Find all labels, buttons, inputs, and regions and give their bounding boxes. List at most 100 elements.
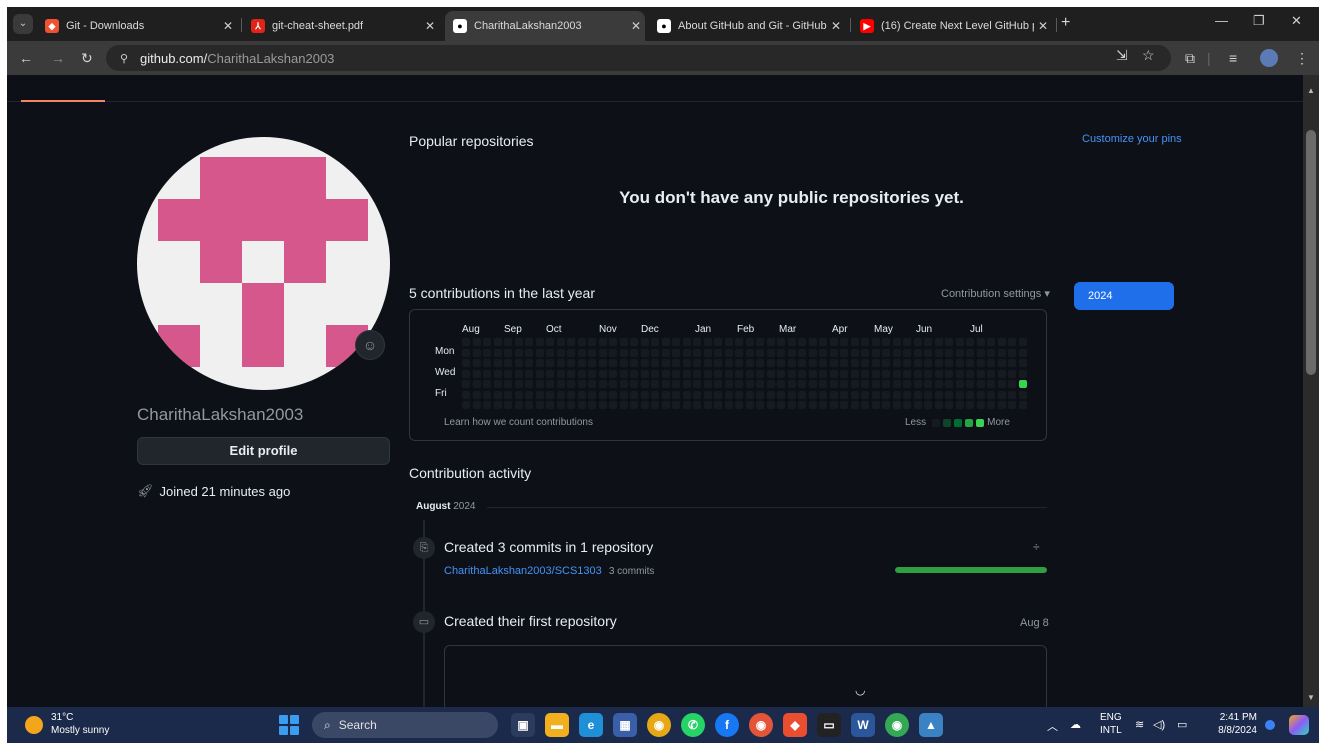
contribution-day-cell[interactable] xyxy=(965,389,975,400)
contribution-day-cell[interactable] xyxy=(639,347,650,358)
contribution-day-cell[interactable] xyxy=(1017,337,1028,347)
contribution-day-cell[interactable] xyxy=(744,400,755,410)
contribution-day-cell[interactable] xyxy=(1017,368,1028,379)
contribution-day-cell[interactable] xyxy=(597,337,608,347)
contribution-day-cell[interactable] xyxy=(639,358,650,368)
contribution-day-cell[interactable] xyxy=(986,379,996,389)
contribution-day-cell[interactable] xyxy=(944,389,954,400)
contribution-day-cell[interactable] xyxy=(566,347,576,358)
contribution-day-cell[interactable] xyxy=(965,347,975,358)
contribution-day-cell[interactable] xyxy=(776,358,786,368)
year-2024-button[interactable]: 2024 xyxy=(1074,282,1174,310)
close-tab-icon[interactable]: ✕ xyxy=(627,19,645,33)
contribution-day-cell[interactable] xyxy=(1017,358,1028,368)
contribution-day-cell[interactable] xyxy=(818,400,828,410)
contribution-day-cell[interactable] xyxy=(492,337,503,347)
contribution-day-cell[interactable] xyxy=(912,389,923,400)
battery-icon[interactable]: ▭ xyxy=(1177,718,1187,731)
language-indicator[interactable]: ENG INTL xyxy=(1100,711,1122,737)
contribution-day-cell[interactable] xyxy=(975,337,986,347)
contribution-day-cell[interactable] xyxy=(702,389,713,400)
contribution-day-cell[interactable] xyxy=(1007,368,1017,379)
contribution-day-cell[interactable] xyxy=(839,358,849,368)
contribution-day-cell[interactable] xyxy=(944,347,954,358)
contribution-day-cell[interactable] xyxy=(776,368,786,379)
contribution-day-cell[interactable] xyxy=(1017,379,1028,389)
contribution-day-cell[interactable] xyxy=(482,347,492,358)
customize-pins-link[interactable]: Customize your pins xyxy=(1082,133,1182,145)
contribution-day-cell[interactable] xyxy=(576,347,587,358)
contribution-day-cell[interactable] xyxy=(492,347,503,358)
contribution-day-cell[interactable] xyxy=(524,358,534,368)
contribution-day-cell[interactable] xyxy=(849,347,860,358)
contribution-day-cell[interactable] xyxy=(713,347,723,358)
contribution-day-cell[interactable] xyxy=(881,337,891,347)
contribution-day-cell[interactable] xyxy=(461,347,471,358)
contribution-day-cell[interactable] xyxy=(986,400,996,410)
contribution-day-cell[interactable] xyxy=(461,379,471,389)
contribution-day-cell[interactable] xyxy=(671,400,681,410)
contribution-day-cell[interactable] xyxy=(681,389,692,400)
contribution-day-cell[interactable] xyxy=(713,368,723,379)
contribution-day-cell[interactable] xyxy=(545,389,555,400)
contribution-day-cell[interactable] xyxy=(513,400,524,410)
contribution-day-cell[interactable] xyxy=(471,347,482,358)
contribution-day-cell[interactable] xyxy=(660,400,671,410)
contribution-day-cell[interactable] xyxy=(933,358,944,368)
contribution-day-cell[interactable] xyxy=(881,400,891,410)
contribution-day-cell[interactable] xyxy=(818,368,828,379)
contribution-day-cell[interactable] xyxy=(608,337,618,347)
contribution-day-cell[interactable] xyxy=(555,358,566,368)
contribution-day-cell[interactable] xyxy=(860,379,870,389)
contribution-day-cell[interactable] xyxy=(618,368,629,379)
contribution-day-cell[interactable] xyxy=(870,400,881,410)
contribution-day-cell[interactable] xyxy=(734,368,744,379)
tab-search-icon[interactable]: ⌄ xyxy=(13,14,33,34)
contribution-day-cell[interactable] xyxy=(975,358,986,368)
contribution-day-cell[interactable] xyxy=(828,337,839,347)
contribution-day-cell[interactable] xyxy=(555,337,566,347)
contribution-day-cell[interactable] xyxy=(996,347,1007,358)
close-tab-icon[interactable]: ✕ xyxy=(1034,19,1052,33)
contribution-day-cell[interactable] xyxy=(870,379,881,389)
forward-icon[interactable]: → xyxy=(51,50,65,66)
contribution-day-cell[interactable] xyxy=(744,347,755,358)
contribution-day-cell[interactable] xyxy=(734,358,744,368)
contribution-day-cell[interactable] xyxy=(692,337,702,347)
contribution-day-cell[interactable] xyxy=(471,337,482,347)
contribution-day-cell[interactable] xyxy=(713,400,723,410)
contribution-day-cell[interactable] xyxy=(912,337,923,347)
contribution-day-cell[interactable] xyxy=(461,358,471,368)
contribution-day-cell[interactable] xyxy=(482,379,492,389)
contribution-day-cell[interactable] xyxy=(975,347,986,358)
contribution-day-cell[interactable] xyxy=(576,337,587,347)
contribution-day-cell[interactable] xyxy=(870,389,881,400)
contribution-day-cell[interactable] xyxy=(881,389,891,400)
contribution-day-cell[interactable] xyxy=(545,358,555,368)
contribution-day-cell[interactable] xyxy=(818,358,828,368)
contribution-day-cell[interactable] xyxy=(797,389,807,400)
contribution-day-cell[interactable] xyxy=(797,347,807,358)
contribution-day-cell[interactable] xyxy=(702,400,713,410)
contribution-day-cell[interactable] xyxy=(639,337,650,347)
contribution-day-cell[interactable] xyxy=(681,337,692,347)
contribution-day-cell[interactable] xyxy=(786,400,797,410)
contribution-day-cell[interactable] xyxy=(503,368,513,379)
contribution-day-cell[interactable] xyxy=(849,358,860,368)
contribution-day-cell[interactable] xyxy=(944,400,954,410)
contribution-day-cell[interactable] xyxy=(650,400,660,410)
tab-youtube[interactable]: ▶ (16) Create Next Level GitHub p ✕ xyxy=(852,11,1052,41)
contribution-day-cell[interactable] xyxy=(723,368,734,379)
contribution-day-cell[interactable] xyxy=(555,400,566,410)
contribution-day-cell[interactable] xyxy=(608,379,618,389)
contribution-day-cell[interactable] xyxy=(807,400,818,410)
contribution-day-cell[interactable] xyxy=(975,400,986,410)
contribution-day-cell[interactable] xyxy=(860,368,870,379)
contribution-day-cell[interactable] xyxy=(681,358,692,368)
tab-git-cheat-sheet[interactable]: ⅄ git-cheat-sheet.pdf ✕ xyxy=(243,11,439,41)
contribution-day-cell[interactable] xyxy=(744,389,755,400)
contribution-day-cell[interactable] xyxy=(734,379,744,389)
contribution-day-cell[interactable] xyxy=(912,400,923,410)
contribution-day-cell[interactable] xyxy=(765,337,776,347)
contribution-day-cell[interactable] xyxy=(807,337,818,347)
